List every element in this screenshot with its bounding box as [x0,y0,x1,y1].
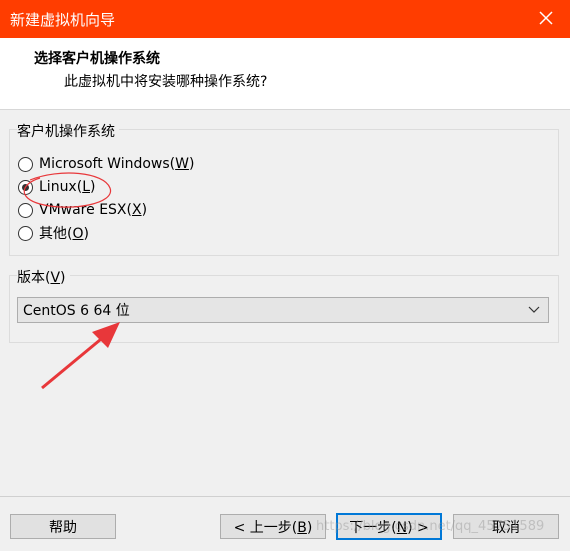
window-title: 新建虚拟机向导 [10,11,116,29]
back-button[interactable]: < 上一步(B) [220,514,326,539]
radio-button[interactable] [18,202,33,218]
next-button[interactable]: 下一步(N) > [336,513,442,540]
radio-other[interactable]: 其他(O) [18,222,89,244]
title-bar: 新建虚拟机向导 [0,0,570,38]
chevron-down-icon [528,306,540,313]
version-select[interactable]: CentOS 6 64 位 [17,297,549,323]
page-title: 选择客户机操作系统 [34,51,160,67]
close-icon[interactable] [534,6,558,30]
radio-linux[interactable]: Linux(L) [18,176,95,198]
guest-os-label: 客户机操作系统 [17,121,119,141]
help-button[interactable]: 帮助 [10,514,116,539]
version-select-value: CentOS 6 64 位 [23,303,130,319]
version-label: 版本(V) [17,267,70,287]
radio-windows[interactable]: Microsoft Windows(W) [18,153,194,175]
footer-divider [0,496,570,497]
wizard-header: 选择客户机操作系统 此虚拟机中将安装哪种操作系统? [0,38,570,110]
cancel-button[interactable]: 取消 [453,514,559,539]
radio-button[interactable] [18,156,33,172]
radio-button-checked[interactable] [18,179,33,195]
radio-vmware-esx[interactable]: VMware ESX(X) [18,199,147,221]
radio-button[interactable] [18,225,33,241]
page-subtitle: 此虚拟机中将安装哪种操作系统? [64,74,268,90]
